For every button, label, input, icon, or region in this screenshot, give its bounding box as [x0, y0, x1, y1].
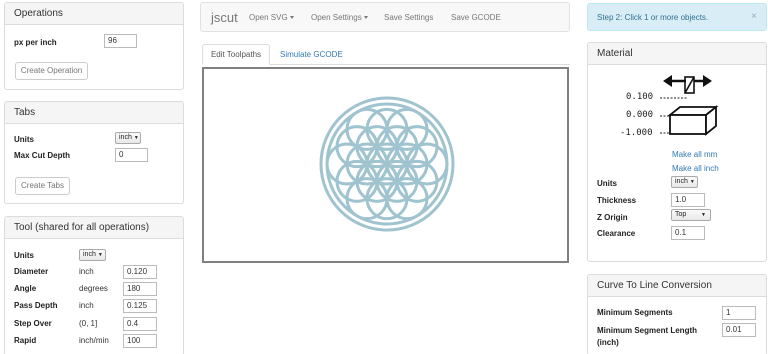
open-settings-label: Open Settings [311, 13, 362, 22]
diagram-value-bottom: -1.000 [620, 128, 653, 138]
create-operation-button[interactable]: Create Operation [15, 62, 88, 80]
dropdown-arrow-icon: ▼ [689, 179, 695, 185]
clearance-input[interactable]: 0.1 [671, 226, 705, 240]
px-per-inch-label: px per inch [14, 38, 57, 47]
open-svg-menu[interactable]: Open SVG [249, 13, 294, 22]
tabs-heading: Tabs [5, 102, 183, 124]
operations-panel: Operations px per inch 96 Create Operati… [4, 2, 184, 90]
min-segments-label: Minimum Segments [597, 308, 673, 317]
step-over-unit: (0, 1] [79, 319, 98, 328]
tool-units-value: inch [83, 251, 96, 258]
diameter-input[interactable]: 0.120 [123, 265, 157, 279]
material-heading: Material [588, 43, 766, 65]
dropdown-arrow-icon: ▼ [701, 212, 706, 218]
svg-canvas[interactable] [202, 67, 569, 263]
max-cut-depth-label: Max Cut Depth [14, 151, 70, 160]
create-tabs-button[interactable]: Create Tabs [15, 177, 70, 195]
pass-depth-label: Pass Depth [14, 301, 58, 310]
step-over-input[interactable]: 0.4 [123, 317, 157, 331]
angle-unit: degrees [79, 284, 108, 293]
min-segment-length-label: Minimum Segment Length (inch) [597, 326, 697, 347]
material-units-select[interactable]: inch ▼ [671, 176, 698, 188]
rapid-input[interactable]: 100 [123, 334, 157, 348]
diagram-value-top: 0.100 [626, 92, 654, 102]
operations-heading: Operations [5, 3, 183, 25]
material-units-label: Units [597, 179, 617, 188]
step-alert: Step 2: Click 1 or more objects. × [587, 3, 767, 31]
step-over-label: Step Over [14, 319, 52, 328]
curve-panel: Curve To Line Conversion Minimum Segment… [587, 274, 767, 354]
tool-panel: Tool (shared for all operations) Units i… [4, 216, 184, 354]
tabs-units-label: Units [14, 135, 34, 144]
open-settings-menu[interactable]: Open Settings [311, 13, 368, 22]
px-per-inch-input[interactable]: 96 [104, 34, 137, 48]
caret-down-icon [289, 16, 294, 20]
diameter-label: Diameter [14, 267, 49, 276]
min-segments-input[interactable]: 1 [722, 306, 756, 320]
alert-message: Step 2: Click 1 or more objects. [597, 13, 709, 22]
save-settings-link[interactable]: Save Settings [384, 13, 433, 22]
rapid-unit: inch/min [79, 336, 109, 345]
diameter-unit: inch [79, 267, 94, 276]
pass-depth-input[interactable]: 0.125 [123, 299, 157, 313]
tool-units-select[interactable]: inch ▼ [79, 249, 106, 261]
tool-heading: Tool (shared for all operations) [5, 217, 183, 239]
tabs-units-value: inch [119, 134, 132, 141]
brand-logo[interactable]: jscut [211, 10, 238, 25]
material-panel: Material 0.100 0.000 -1.000 Make all mm … [587, 42, 767, 262]
angle-input[interactable]: 180 [123, 282, 157, 296]
navbar: jscut Open SVG Open Settings Save Settin… [200, 2, 570, 32]
thickness-input[interactable]: 1.0 [671, 193, 705, 207]
diagram-value-zero: 0.000 [626, 110, 654, 120]
clearance-label: Clearance [597, 229, 636, 238]
rapid-label: Rapid [14, 336, 37, 345]
z-origin-label: Z Origin [597, 213, 628, 222]
tabs-panel: Tabs Units inch ▼ Max Cut Depth 0 Create … [4, 101, 184, 204]
thickness-label: Thickness [597, 196, 637, 205]
tab-edit-toolpaths[interactable]: Edit Toolpaths [202, 44, 270, 65]
angle-label: Angle [14, 284, 37, 293]
open-svg-label: Open SVG [249, 13, 288, 22]
tool-units-label: Units [14, 251, 34, 260]
max-cut-depth-input[interactable]: 0 [115, 148, 148, 162]
tab-simulate-gcode[interactable]: Simulate GCODE [280, 50, 343, 59]
save-gcode-link[interactable]: Save GCODE [451, 13, 501, 22]
dropdown-arrow-icon: ▼ [133, 135, 139, 141]
close-icon[interactable]: × [751, 11, 757, 22]
z-origin-select[interactable]: Top ▼ [671, 209, 711, 221]
material-units-value: inch [675, 178, 688, 185]
make-all-mm-link[interactable]: Make all mm [672, 150, 717, 159]
curve-heading: Curve To Line Conversion [588, 275, 766, 297]
tabs-units-select[interactable]: inch ▼ [115, 132, 141, 144]
flower-of-life-artwork[interactable] [204, 69, 567, 261]
min-segment-length-input[interactable]: 0.01 [722, 323, 756, 337]
make-all-inch-link[interactable]: Make all inch [672, 164, 719, 173]
dropdown-arrow-icon: ▼ [97, 252, 103, 258]
material-diagram-icon [660, 75, 719, 136]
z-origin-value: Top [675, 211, 687, 218]
pass-depth-unit: inch [79, 301, 94, 310]
caret-down-icon [363, 16, 368, 20]
